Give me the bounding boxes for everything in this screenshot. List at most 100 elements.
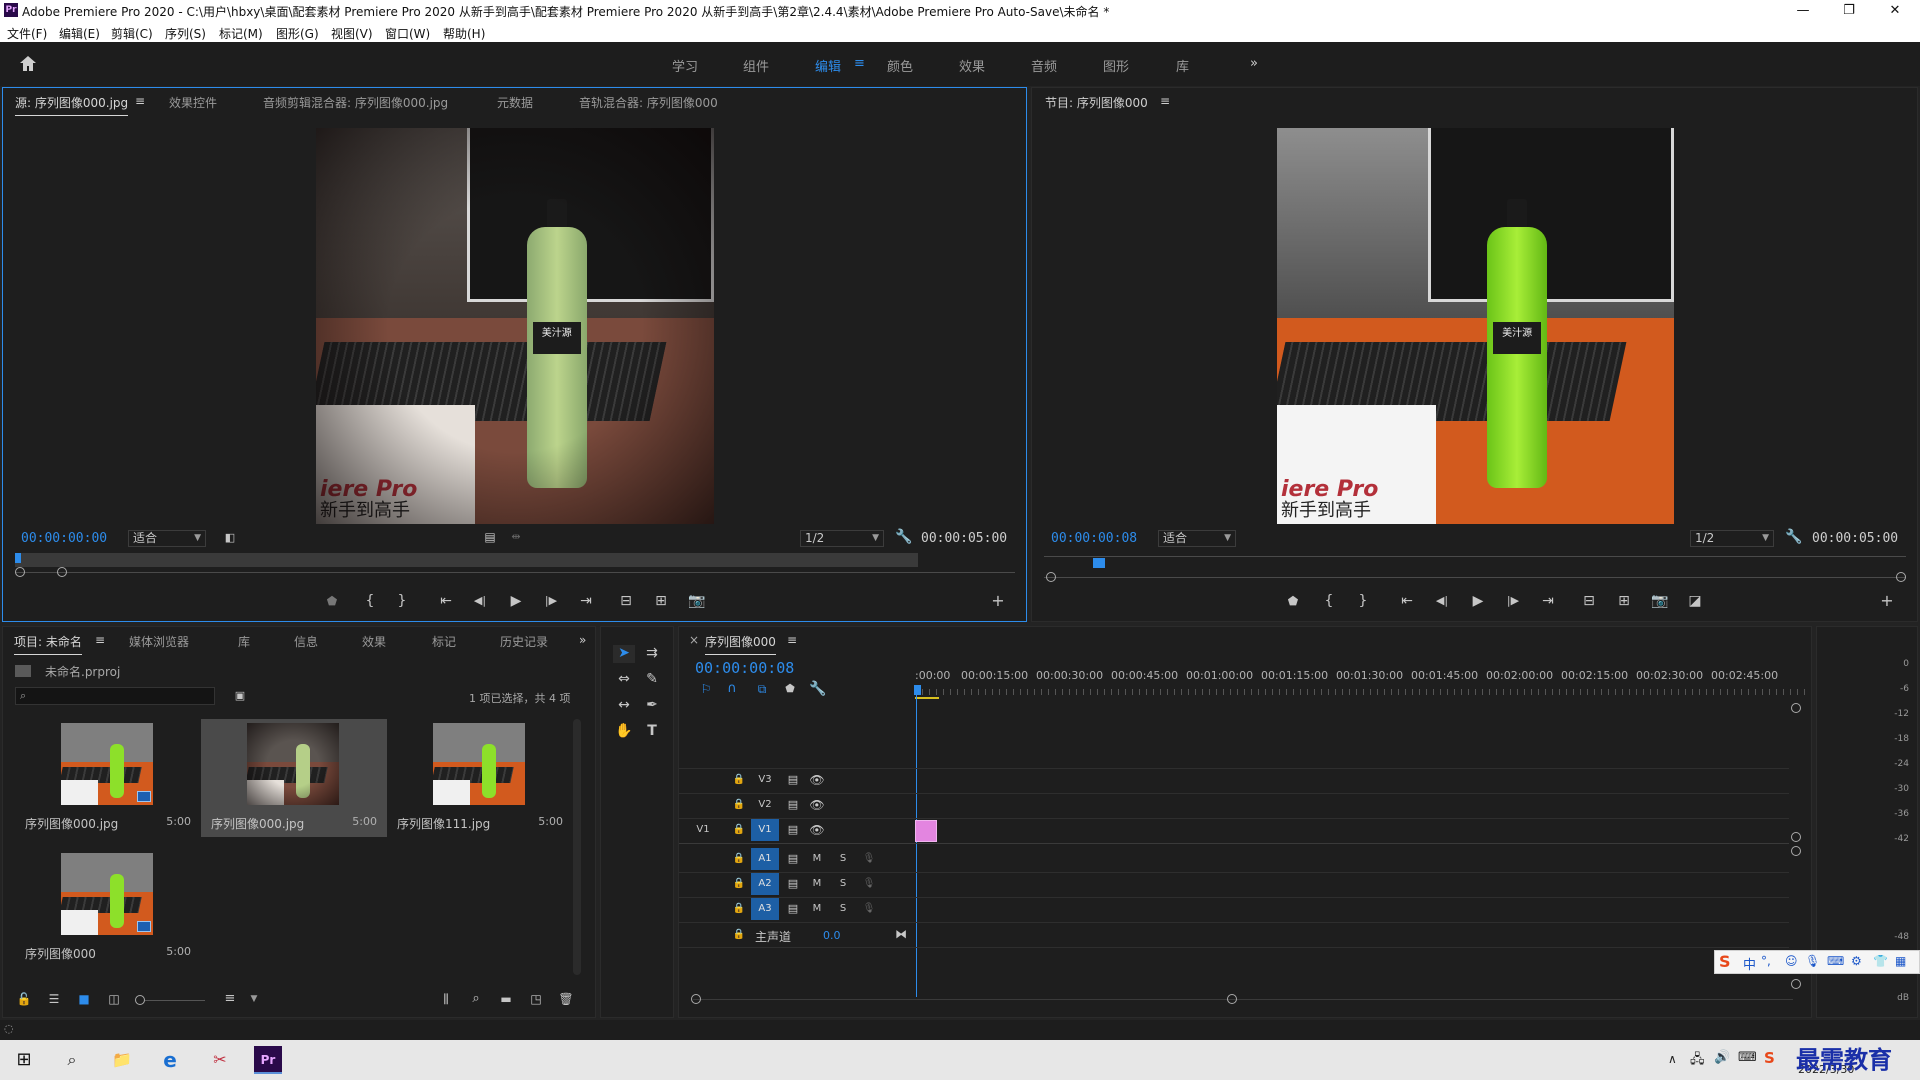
razor-tool-icon[interactable]: ✎ <box>641 671 663 689</box>
add-marker-icon[interactable]: ⬟ <box>1282 593 1304 611</box>
close-button[interactable]: ✕ <box>1872 0 1918 22</box>
tray-chevron-up-icon[interactable]: ∧ <box>1668 1052 1677 1066</box>
type-tool-icon[interactable]: T <box>641 723 663 741</box>
zoom-slider-handle[interactable] <box>135 995 145 1005</box>
mute-button[interactable]: M <box>803 873 831 895</box>
mark-in-icon[interactable]: { <box>359 593 381 611</box>
play-icon[interactable]: ▶ <box>1467 593 1489 611</box>
program-fit-dropdown[interactable]: 适合 ▼ <box>1158 530 1236 547</box>
project-item[interactable]: 序列图像111.jpg 5:00 <box>387 719 573 837</box>
menu-file[interactable]: 文件(F) <box>7 25 47 42</box>
track-target-a2[interactable]: A2 <box>751 873 779 895</box>
audio-scroll-handle[interactable] <box>1791 846 1801 856</box>
add-marker-icon[interactable]: ⬟ <box>779 681 801 699</box>
menu-marker[interactable]: 标记(M) <box>219 25 263 42</box>
extract-icon[interactable]: ⊞ <box>1613 593 1635 611</box>
microphone-icon[interactable]: 🎙 <box>855 873 883 895</box>
tab-info[interactable]: 信息 <box>294 633 318 650</box>
timeline-ruler[interactable]: :00:00 00:00:15:00 00:00:30:00 00:00:45:… <box>915 669 1805 689</box>
tab-markers[interactable]: 标记 <box>432 633 456 650</box>
ime-emoji-icon[interactable]: ☺ <box>1785 954 1798 968</box>
menu-view[interactable]: 视图(V) <box>331 25 373 42</box>
tab-media-browser[interactable]: 媒体浏览器 <box>129 633 189 650</box>
video-scroll-handle[interactable] <box>1791 832 1801 842</box>
workspace-tab-color[interactable]: 颜色 <box>887 56 913 75</box>
go-to-end-icon[interactable]: ⧓ <box>895 927 907 941</box>
timeline-zoom-handle-left[interactable] <box>691 994 701 1004</box>
ime-skin-icon[interactable]: 👕 <box>1873 954 1888 968</box>
drag-video-icon[interactable]: ▤ <box>479 529 501 547</box>
source-playhead-timecode[interactable]: 00:00:00:00 <box>21 531 107 546</box>
tab-source[interactable]: 源: 序列图像000.jpg <box>15 94 129 116</box>
home-icon[interactable] <box>18 54 38 72</box>
tab-audio-track-mixer[interactable]: 音轨混合器: 序列图像000 <box>579 94 718 111</box>
timeline-playhead-timecode[interactable]: 00:00:00:08 <box>695 659 794 677</box>
export-frame-icon[interactable]: 📷 <box>1649 593 1671 611</box>
track-select-tool-icon[interactable]: ⇉ <box>641 645 663 663</box>
snipping-tool-icon[interactable]: ✂ <box>206 1046 234 1074</box>
project-search-input[interactable] <box>34 689 210 703</box>
track-lock-icon[interactable]: 🔒 <box>725 924 753 946</box>
menu-edit[interactable]: 编辑(E) <box>59 25 100 42</box>
step-forward-icon[interactable]: |▶ <box>540 593 562 611</box>
track-lock-icon[interactable]: 🔒 <box>725 769 753 791</box>
new-bin-icon[interactable]: ▬ <box>495 991 517 1009</box>
workspace-tab-graphics[interactable]: 图形 <box>1103 56 1129 75</box>
nest-toggle-icon[interactable]: ⚐ <box>695 681 717 699</box>
automate-to-sequence-icon[interactable]: ⫼ <box>435 991 457 1009</box>
solo-button[interactable]: S <box>829 848 857 870</box>
drag-audio-icon[interactable]: ⇹ <box>505 529 527 547</box>
workspace-tab-audio[interactable]: 音频 <box>1031 56 1057 75</box>
project-item[interactable]: 序列图像000 5:00 <box>15 849 201 967</box>
play-icon[interactable]: ▶ <box>505 593 527 611</box>
video-clip[interactable] <box>915 820 937 842</box>
pen-tool-icon[interactable]: ✒ <box>641 697 663 715</box>
chevron-down-icon[interactable]: ▼ <box>243 991 265 1009</box>
solo-button[interactable]: S <box>829 898 857 920</box>
panel-menu-icon[interactable]: ≡ <box>135 94 145 108</box>
eye-icon[interactable]: 👁 <box>803 769 831 791</box>
lock-icon[interactable]: 🔓 <box>13 991 35 1009</box>
source-resolution-dropdown[interactable]: 1/2 ▼ <box>800 530 884 547</box>
project-scrollbar[interactable] <box>573 719 581 975</box>
solo-button[interactable]: S <box>829 873 857 895</box>
tab-libraries[interactable]: 库 <box>238 633 250 650</box>
workspace-tab-editing[interactable]: 编辑 <box>815 56 841 75</box>
add-button-icon[interactable]: + <box>987 593 1009 611</box>
tab-history[interactable]: 历史记录 <box>500 633 548 650</box>
workspace-tab-assembly[interactable]: 组件 <box>743 56 769 75</box>
timeline-zoom-handle-right[interactable] <box>1227 994 1237 1004</box>
ime-punctuation-toggle[interactable]: °, <box>1761 954 1771 968</box>
comparison-view-icon[interactable]: ◪ <box>1684 593 1706 611</box>
work-area-bar[interactable] <box>915 697 939 699</box>
workspace-menu-icon[interactable]: ≡ <box>854 56 865 71</box>
insert-icon[interactable]: ⊟ <box>615 593 637 611</box>
go-to-out-icon[interactable]: ⇥ <box>1537 593 1559 611</box>
zoom-slider[interactable] <box>145 1000 205 1001</box>
windows-start-icon[interactable]: ⊞ <box>10 1046 38 1074</box>
linked-selection-icon[interactable]: ⧉ <box>751 681 773 699</box>
more-workspaces-icon[interactable]: » <box>1250 56 1258 71</box>
maximize-button[interactable]: ❐ <box>1826 0 1872 22</box>
hand-tool-icon[interactable]: ✋ <box>613 723 635 741</box>
new-item-icon[interactable]: ◳ <box>525 991 547 1009</box>
zoom-handle-right[interactable] <box>1896 572 1906 582</box>
add-button-icon[interactable]: + <box>1876 593 1898 611</box>
panel-menu-icon[interactable]: ≡ <box>1160 94 1170 108</box>
volume-icon[interactable]: 🔊 <box>1714 1050 1730 1065</box>
step-back-icon[interactable]: ◀| <box>1431 593 1453 611</box>
lift-icon[interactable]: ⊟ <box>1578 593 1600 611</box>
menu-sequence[interactable]: 序列(S) <box>165 25 206 42</box>
track-target-v3[interactable]: V3 <box>751 769 779 791</box>
tab-project[interactable]: 项目: 未命名 <box>14 633 82 655</box>
source-time-ruler[interactable] <box>15 553 918 567</box>
track-lock-icon[interactable]: 🔒 <box>725 819 753 841</box>
tab-audio-clip-mixer[interactable]: 音频剪辑混合器: 序列图像000.jpg <box>263 94 448 111</box>
go-to-in-icon[interactable]: ⇤ <box>435 593 457 611</box>
export-frame-icon[interactable]: 📷 <box>686 593 708 611</box>
ime-keyboard-icon[interactable]: ⌨ <box>1827 954 1844 968</box>
microphone-icon[interactable]: 🎙 <box>855 848 883 870</box>
sogou-tray-icon[interactable]: S <box>1764 1049 1775 1067</box>
microphone-icon[interactable]: 🎙 <box>855 898 883 920</box>
track-target-v1[interactable]: V1 <box>751 819 779 841</box>
